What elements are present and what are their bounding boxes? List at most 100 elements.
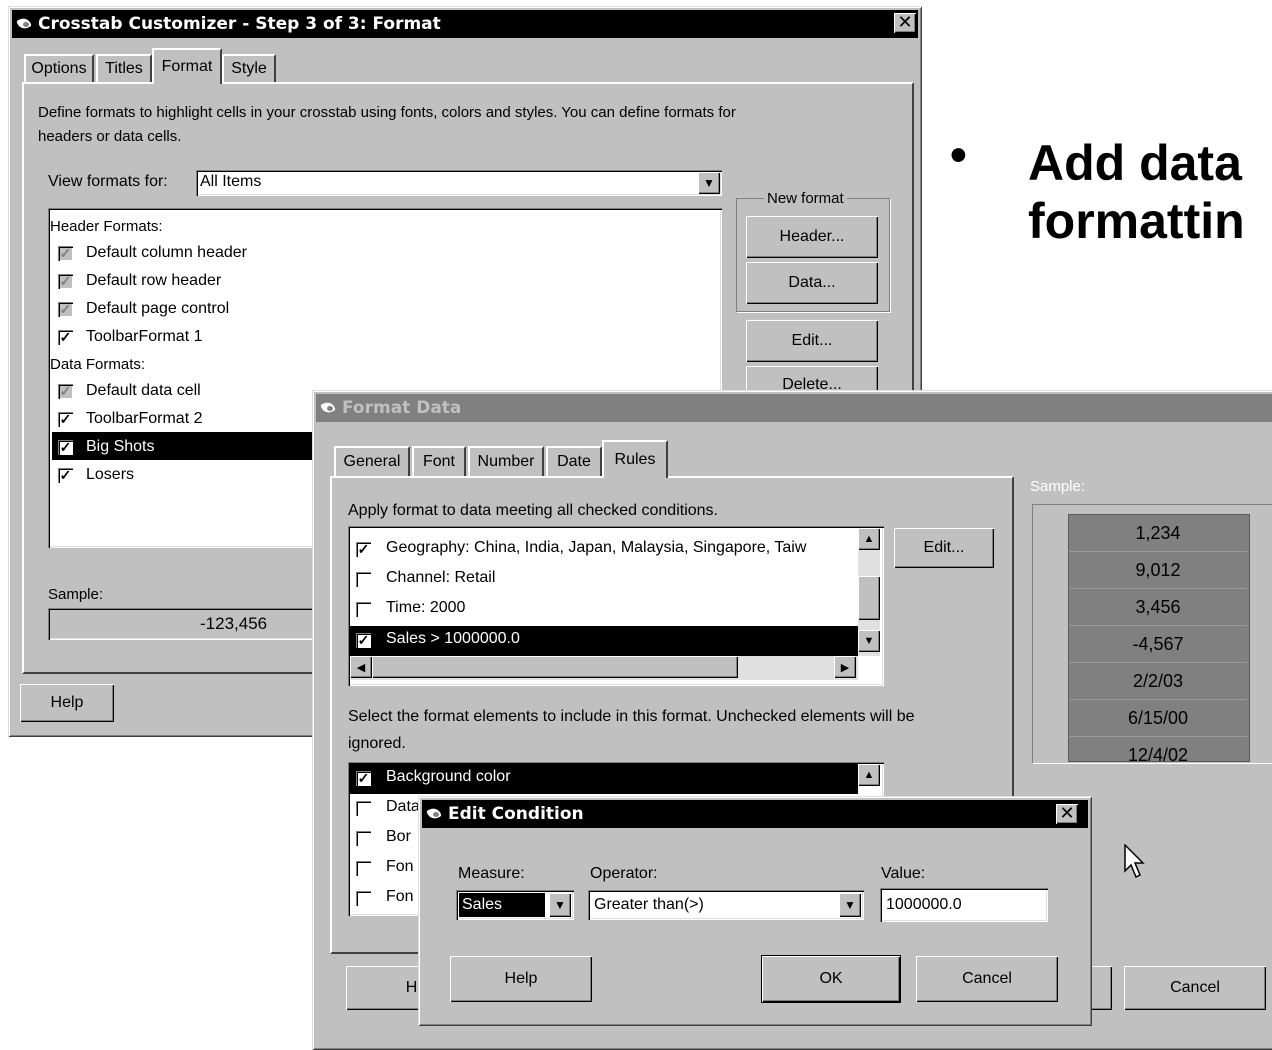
chevron-down-icon[interactable]: ▼ xyxy=(839,893,861,917)
scroll-up-icon[interactable]: ▲ xyxy=(858,764,880,786)
format-data-title: Format Data xyxy=(342,398,462,418)
new-data-button[interactable]: Data... xyxy=(746,262,878,304)
edit-condition-help-button[interactable]: Help xyxy=(450,956,592,1002)
tab-number[interactable]: Number xyxy=(468,446,544,476)
condition-label: Sales > 1000000.0 xyxy=(386,630,520,647)
format-item-label: ToolbarFormat 2 xyxy=(86,410,203,427)
sample-cell: 1,234 xyxy=(1069,515,1247,552)
condition-label: Channel: Retail xyxy=(386,569,496,586)
app-icon xyxy=(426,805,444,823)
element-label: Background color xyxy=(386,768,511,785)
checkbox-losers[interactable]: ✓ xyxy=(58,468,73,483)
edit-condition-help-button-label: Help xyxy=(504,970,538,987)
select-elements-text-1: Select the format elements to include in… xyxy=(348,708,915,725)
scroll-left-icon[interactable]: ◀ xyxy=(350,656,372,678)
crosstab-help-button[interactable]: Help xyxy=(20,684,114,722)
edit-condition-cancel-button-label: Cancel xyxy=(962,970,1012,987)
measure-select[interactable]: Sales ▼ xyxy=(456,890,574,920)
conditions-hscroll-thumb[interactable] xyxy=(372,656,738,678)
checkbox-time[interactable] xyxy=(356,602,371,617)
chevron-down-icon[interactable]: ▼ xyxy=(549,893,571,917)
edit-condition-button[interactable]: Edit... xyxy=(894,528,994,568)
sample-cell: 3,456 xyxy=(1069,589,1247,626)
sample-cell: -4,567 xyxy=(1069,626,1247,663)
format-item-label: Losers xyxy=(86,466,135,483)
tab-date[interactable]: Date xyxy=(546,446,602,476)
conditions-listbox[interactable]: ✓ Geography: China, India, Japan, Malays… xyxy=(348,526,884,686)
checkbox-big-shots[interactable]: ✓ xyxy=(58,440,73,455)
format-data-sample-grid: 1,234 9,012 3,456 -4,567 2/2/03 6/15/00 … xyxy=(1068,514,1250,762)
checkbox-background-color[interactable]: ✓ xyxy=(356,771,371,786)
tab-font-label: Font xyxy=(422,453,455,470)
chevron-down-icon[interactable]: ▼ xyxy=(698,172,720,194)
slide-bullet: • xyxy=(950,129,967,182)
mouse-pointer-icon xyxy=(1124,844,1145,879)
format-item-label: Default row header xyxy=(86,272,222,289)
view-formats-select[interactable]: All Items ▼ xyxy=(196,170,722,196)
checkbox-sales[interactable]: ✓ xyxy=(356,633,371,648)
edit-condition-title: Edit Condition xyxy=(448,804,584,824)
checkbox-font-1[interactable] xyxy=(356,861,371,876)
edit-condition-ok-button-label: OK xyxy=(819,970,843,987)
format-data-title-bar[interactable]: Format Data xyxy=(316,394,1272,422)
close-icon[interactable]: ✕ xyxy=(1056,804,1078,824)
checkbox-channel[interactable] xyxy=(356,572,371,587)
edit-condition-ok-button[interactable]: OK xyxy=(761,955,901,1003)
crosstab-description-2: headers or data cells. xyxy=(38,128,182,145)
tab-general-label: General xyxy=(343,453,401,470)
tab-rules-label: Rules xyxy=(614,451,656,468)
format-data-sample-label: Sample: xyxy=(1030,478,1086,495)
edit-condition-cancel-button[interactable]: Cancel xyxy=(916,956,1058,1002)
checkbox-data[interactable] xyxy=(356,801,371,816)
crosstab-title-bar[interactable]: Crosstab Customizer - Step 3 of 3: Forma… xyxy=(12,10,918,38)
element-label: Fon xyxy=(386,888,414,905)
format-data-cancel-button-label: Cancel xyxy=(1170,979,1220,996)
element-label: Fon xyxy=(386,858,414,875)
conditions-vscroll-thumb[interactable] xyxy=(858,576,880,620)
scroll-down-icon[interactable]: ▼ xyxy=(858,630,880,652)
checkbox-default-column-header[interactable]: ✓ xyxy=(58,246,73,261)
tab-titles[interactable]: Titles xyxy=(96,54,152,82)
slide-heading-line1: Add data xyxy=(1028,135,1242,191)
new-format-group-label: New format xyxy=(764,190,847,207)
apply-format-text: Apply format to data meeting all checked… xyxy=(348,502,718,519)
tab-font[interactable]: Font xyxy=(412,446,466,476)
edit-format-button[interactable]: Edit... xyxy=(746,320,878,362)
checkbox-geography[interactable]: ✓ xyxy=(356,542,371,557)
data-formats-heading: Data Formats: xyxy=(50,356,146,373)
checkbox-toolbarformat-1[interactable]: ✓ xyxy=(58,330,73,345)
new-header-button[interactable]: Header... xyxy=(746,216,878,258)
checkbox-default-data-cell[interactable]: ✓ xyxy=(58,384,73,399)
tab-style[interactable]: Style xyxy=(222,54,276,82)
format-data-cancel-button[interactable]: Cancel xyxy=(1124,966,1266,1010)
crosstab-title: Crosstab Customizer - Step 3 of 3: Forma… xyxy=(38,14,441,34)
edit-condition-button-label: Edit... xyxy=(923,539,965,556)
checkbox-toolbarformat-2[interactable]: ✓ xyxy=(58,412,73,427)
scroll-right-icon[interactable]: ▶ xyxy=(834,656,856,678)
close-icon[interactable]: ✕ xyxy=(894,13,916,33)
checkbox-border[interactable] xyxy=(356,831,371,846)
view-formats-label: View formats for: xyxy=(48,173,168,190)
edit-condition-title-bar[interactable]: Edit Condition xyxy=(422,800,1088,828)
format-item-label: Default column header xyxy=(86,244,247,261)
tab-options[interactable]: Options xyxy=(24,54,94,82)
view-formats-value: All Items xyxy=(200,173,262,190)
tab-general[interactable]: General xyxy=(334,446,410,476)
value-input[interactable]: 1000000.0 xyxy=(880,888,1048,922)
sample-cell: 9,012 xyxy=(1069,552,1247,589)
scroll-up-icon[interactable]: ▲ xyxy=(858,528,880,550)
crosstab-help-button-label: Help xyxy=(50,694,84,711)
tab-format[interactable]: Format xyxy=(152,48,222,84)
format-item-label: Big Shots xyxy=(86,438,155,455)
condition-label: Geography: China, India, Japan, Malaysia… xyxy=(386,539,807,556)
checkbox-default-page-control[interactable]: ✓ xyxy=(58,302,73,317)
condition-label: Time: 2000 xyxy=(386,599,466,616)
checkbox-default-row-header[interactable]: ✓ xyxy=(58,274,73,289)
tab-titles-label: Titles xyxy=(105,60,143,77)
sample-cell: 2/2/03 xyxy=(1069,663,1247,700)
header-formats-heading: Header Formats: xyxy=(50,218,163,235)
measure-label: Measure: xyxy=(458,865,525,882)
operator-select[interactable]: Greater than(>) ▼ xyxy=(588,890,864,920)
checkbox-font-2[interactable] xyxy=(356,891,371,906)
tab-rules[interactable]: Rules xyxy=(602,440,668,478)
